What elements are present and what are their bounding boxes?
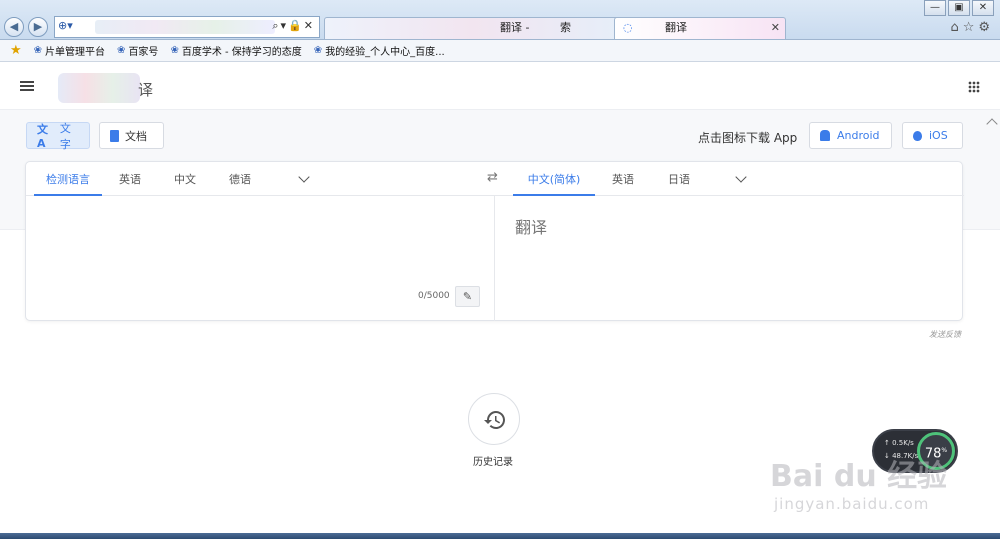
favorite-item[interactable]: ❀ 百家号 — [117, 43, 158, 58]
minimize-button[interactable]: — — [924, 0, 946, 16]
ios-download-button[interactable]: iOS — [902, 122, 963, 149]
document-icon — [110, 129, 119, 142]
home-star-settings-icons[interactable]: ⌂☆⚙ — [950, 20, 994, 35]
paw-icon: ❀ — [170, 45, 179, 56]
translate-icon: 文A — [37, 123, 48, 150]
translate-page: 译 文A 文字 文档 点击图标下载 App Android iOS 检测语言 英… — [0, 63, 1000, 533]
paw-icon: ❀ — [33, 45, 43, 56]
close-window-button[interactable]: ✕ — [972, 0, 994, 16]
windows-taskbar — [0, 533, 1000, 539]
language-bar: 检测语言 英语 中文 德语 ⇄ 中文(简体) 英语 日语 — [26, 162, 964, 196]
target-lang-dropdown-icon[interactable] — [735, 171, 747, 183]
close-tab-icon[interactable]: ✕ — [771, 18, 780, 38]
page-header: 译 — [0, 63, 1000, 110]
browser-toolbar: ◀ ▶ ⊕▾ ⌕▾🔒✕ 翻译 - 索 ◌ 翻译 ✕ — ▣ ✕ ⌂☆⚙ — [0, 0, 1000, 40]
history-label: 历史记录 — [473, 457, 513, 468]
maximize-button[interactable]: ▣ — [948, 0, 970, 16]
feedback-link[interactable]: 发送反馈 — [929, 329, 961, 340]
favorite-item[interactable]: ❀ 百度学术 - 保持学习的态度 — [170, 43, 301, 58]
loading-icon: ◌ — [623, 21, 633, 34]
document-mode-button[interactable]: 文档 — [99, 122, 164, 149]
source-lang-english[interactable]: 英语 — [112, 162, 148, 196]
pencil-icon[interactable]: ✎ — [455, 286, 480, 307]
history-button[interactable] — [468, 393, 520, 445]
logo-blurred — [58, 73, 140, 103]
favorite-item[interactable]: ❀ 我的经验_个人中心_百度... — [314, 43, 445, 58]
browser-tab-active[interactable]: ◌ 翻译 ✕ — [614, 17, 786, 39]
download-app-label: 点击图标下载 App — [698, 131, 798, 145]
source-text-input[interactable] — [26, 197, 494, 321]
browser-tab-1[interactable]: 翻译 - 索 — [324, 17, 620, 39]
apps-grid-icon[interactable] — [968, 81, 980, 93]
char-count: 0/5000 — [418, 291, 450, 301]
target-lang-english[interactable]: 英语 — [605, 162, 641, 196]
text-mode-button[interactable]: 文A 文字 — [26, 122, 90, 151]
panel-divider — [494, 196, 495, 321]
address-bar[interactable]: ⊕▾ ⌕▾🔒✕ — [54, 16, 320, 38]
swap-languages-icon[interactable]: ⇄ — [487, 170, 498, 185]
translator-card: 检测语言 英语 中文 德语 ⇄ 中文(简体) 英语 日语 0/5000 ✎ 翻译 — [25, 161, 964, 321]
apple-icon — [913, 130, 922, 141]
paw-icon: ❀ — [117, 45, 126, 56]
target-lang-japanese[interactable]: 日语 — [661, 162, 697, 196]
back-icon[interactable]: ◀ — [4, 17, 24, 37]
security-icon: ⊕▾ — [58, 19, 73, 32]
source-lang-detect[interactable]: 检测语言 — [34, 162, 102, 196]
history-icon — [484, 411, 505, 429]
blurred-url — [95, 20, 275, 34]
target-lang-simplified-chinese[interactable]: 中文(简体) — [513, 162, 595, 196]
favorites-star-icon[interactable]: ★ — [10, 43, 22, 58]
favorite-item[interactable]: ❀ 片单管理平台 — [34, 43, 105, 58]
android-download-button[interactable]: Android — [809, 122, 892, 149]
android-icon — [820, 130, 830, 141]
address-controls[interactable]: ⌕▾🔒✕ — [272, 19, 315, 33]
paw-icon: ❀ — [313, 45, 323, 56]
source-lang-german[interactable]: 德语 — [222, 162, 258, 196]
translation-output: 翻译 — [515, 218, 548, 237]
logo-text: 译 — [138, 81, 154, 99]
baidu-jingyan-watermark: Bai du 经验 jingyan.baidu.com — [770, 459, 948, 513]
window-controls: — ▣ ✕ — [924, 0, 994, 16]
source-lang-chinese[interactable]: 中文 — [167, 162, 203, 196]
hamburger-menu-icon[interactable] — [20, 81, 34, 91]
source-lang-dropdown-icon[interactable] — [298, 171, 310, 183]
favorites-bar: ★ ❀ 片单管理平台 ❀ 百家号 ❀ 百度学术 - 保持学习的态度 ❀ 我的经验_个人中… — [0, 40, 1000, 62]
forward-icon[interactable]: ▶ — [28, 17, 48, 37]
